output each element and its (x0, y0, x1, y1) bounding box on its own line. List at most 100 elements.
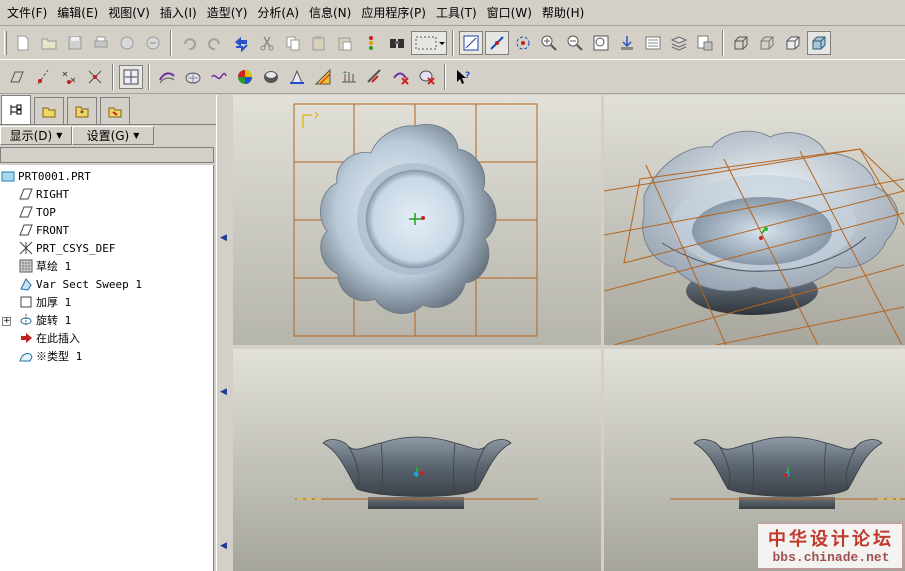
layers-icon[interactable] (667, 31, 691, 55)
tree-item-csys[interactable]: PRT_CSYS_DEF (18, 239, 115, 257)
svg-text:*: * (80, 109, 84, 118)
curve-icon[interactable] (207, 65, 231, 89)
tree-item-sweep[interactable]: Var Sect Sweep 1 (18, 275, 142, 293)
datum-point-icon[interactable] (57, 65, 81, 89)
expand-toggle[interactable]: + (2, 317, 11, 326)
zoom-window-icon[interactable] (589, 31, 613, 55)
context-help-icon[interactable]: ? (451, 65, 475, 89)
navigator-tabs: * (0, 95, 216, 125)
menu-edit[interactable]: 编辑(E) (52, 2, 103, 24)
delete-surface-icon[interactable] (415, 65, 439, 89)
sketch-icon (18, 258, 34, 274)
pattern-icon[interactable] (311, 65, 335, 89)
settings-dropdown[interactable]: 设置(G) ▼ (72, 126, 154, 145)
erase-icon[interactable] (141, 31, 165, 55)
copy-icon[interactable] (281, 31, 305, 55)
transform-icon[interactable] (285, 65, 309, 89)
cut-icon[interactable] (255, 31, 279, 55)
appearance-icon[interactable] (259, 65, 283, 89)
display-dropdown[interactable]: 显示(D) ▼ (0, 126, 72, 145)
undo-icon[interactable] (177, 31, 201, 55)
mirror-icon[interactable] (337, 65, 361, 89)
datum-axis-tool-icon[interactable] (31, 65, 55, 89)
menu-file[interactable]: 文件(F) (2, 2, 52, 24)
main-toolbar (0, 27, 905, 60)
thicken-icon (18, 294, 34, 310)
orient-icon[interactable] (615, 31, 639, 55)
tree-item-style[interactable]: ※类型 1 (18, 347, 82, 365)
datum-plane-icon[interactable] (5, 65, 29, 89)
trim-icon[interactable] (363, 65, 387, 89)
regenerate-icon[interactable] (229, 31, 253, 55)
tree-item-label: 旋转 1 (36, 314, 72, 327)
tab-connections[interactable] (100, 97, 130, 124)
save-copy-icon[interactable] (115, 31, 139, 55)
tab-model-tree[interactable] (1, 95, 31, 124)
delete-icon[interactable] (389, 65, 413, 89)
viewport-front-view[interactable] (233, 349, 601, 571)
tree-item-label: TOP (36, 205, 56, 219)
tree-filter-field[interactable] (0, 147, 214, 163)
menu-modeling[interactable]: 造型(Y) (202, 2, 253, 24)
sketch-icon[interactable] (119, 65, 143, 89)
tree-item-label: 草绘 1 (36, 260, 72, 273)
tree-item-front[interactable]: FRONT (18, 221, 69, 239)
redo-icon[interactable] (203, 31, 227, 55)
surface-icon[interactable] (181, 65, 205, 89)
tree-item-thicken[interactable]: 加厚 1 (18, 293, 71, 311)
refit-icon[interactable] (459, 31, 483, 55)
collapse-arrow-icon[interactable]: ◀ (220, 541, 227, 555)
coordinate-system-icon[interactable] (83, 65, 107, 89)
new-file-icon[interactable] (11, 31, 35, 55)
menu-window[interactable]: 窗口(W) (482, 2, 537, 24)
tab-folder-browser[interactable] (34, 97, 64, 124)
menu-analysis[interactable]: 分析(A) (252, 2, 304, 24)
tree-item-sketch[interactable]: 草绘 1 (18, 257, 71, 275)
menu-insert[interactable]: 插入(I) (155, 2, 202, 24)
tab-favorites[interactable]: * (67, 97, 97, 124)
collapse-arrow-icon[interactable]: ◀ (220, 387, 227, 401)
paste-icon[interactable] (307, 31, 331, 55)
tree-item-revolve[interactable]: 旋转 1 (18, 311, 71, 329)
wireframe-icon[interactable] (729, 31, 753, 55)
find-icon[interactable] (385, 31, 409, 55)
color-icon[interactable] (233, 65, 257, 89)
spin-center-icon[interactable] (511, 31, 535, 55)
tree-item-insert-here[interactable]: 在此插入 (18, 329, 80, 347)
style-icon[interactable] (155, 65, 179, 89)
chevron-down-icon: ▼ (56, 131, 63, 140)
menu-tools[interactable]: 工具(T) (431, 2, 482, 24)
tree-item-label: PRT0001.PRT (18, 169, 91, 183)
toolbar-grip[interactable] (4, 31, 7, 55)
paste-special-icon[interactable] (333, 31, 357, 55)
zoom-out-icon[interactable] (563, 31, 587, 55)
hidden-line-icon[interactable] (755, 31, 779, 55)
menu-view[interactable]: 视图(V) (103, 2, 155, 24)
tree-item-label: Var Sect Sweep 1 (36, 277, 142, 291)
datum-plane-icon (18, 222, 34, 238)
model-player-icon[interactable] (359, 31, 383, 55)
datum-axis-icon[interactable] (485, 31, 509, 55)
print-icon[interactable] (89, 31, 113, 55)
shading-icon[interactable] (807, 31, 831, 55)
zoom-in-icon[interactable] (537, 31, 561, 55)
viewport-iso-view[interactable] (604, 95, 905, 345)
no-hidden-icon[interactable] (781, 31, 805, 55)
menu-help[interactable]: 帮助(H) (537, 2, 589, 24)
selection-filter-icon[interactable] (411, 31, 447, 55)
tree-item-top[interactable]: TOP (18, 203, 56, 221)
save-icon[interactable] (63, 31, 87, 55)
menu-info[interactable]: 信息(N) (304, 2, 356, 24)
viewport-top-view[interactable] (233, 95, 601, 345)
collapse-arrow-icon[interactable]: ◀ (220, 233, 227, 247)
menu-applications[interactable]: 应用程序(P) (356, 2, 431, 24)
tree-item-label: PRT_CSYS_DEF (36, 241, 116, 255)
tree-item-part[interactable]: PRT0001.PRT (0, 167, 91, 185)
saved-views-icon[interactable] (641, 31, 665, 55)
datum-plane-icon (18, 186, 34, 202)
iso-view-bowl (604, 95, 905, 345)
view-manager-icon[interactable] (693, 31, 717, 55)
tree-item-right[interactable]: RIGHT (18, 185, 69, 203)
open-folder-icon[interactable] (37, 31, 61, 55)
part-icon (0, 168, 16, 184)
